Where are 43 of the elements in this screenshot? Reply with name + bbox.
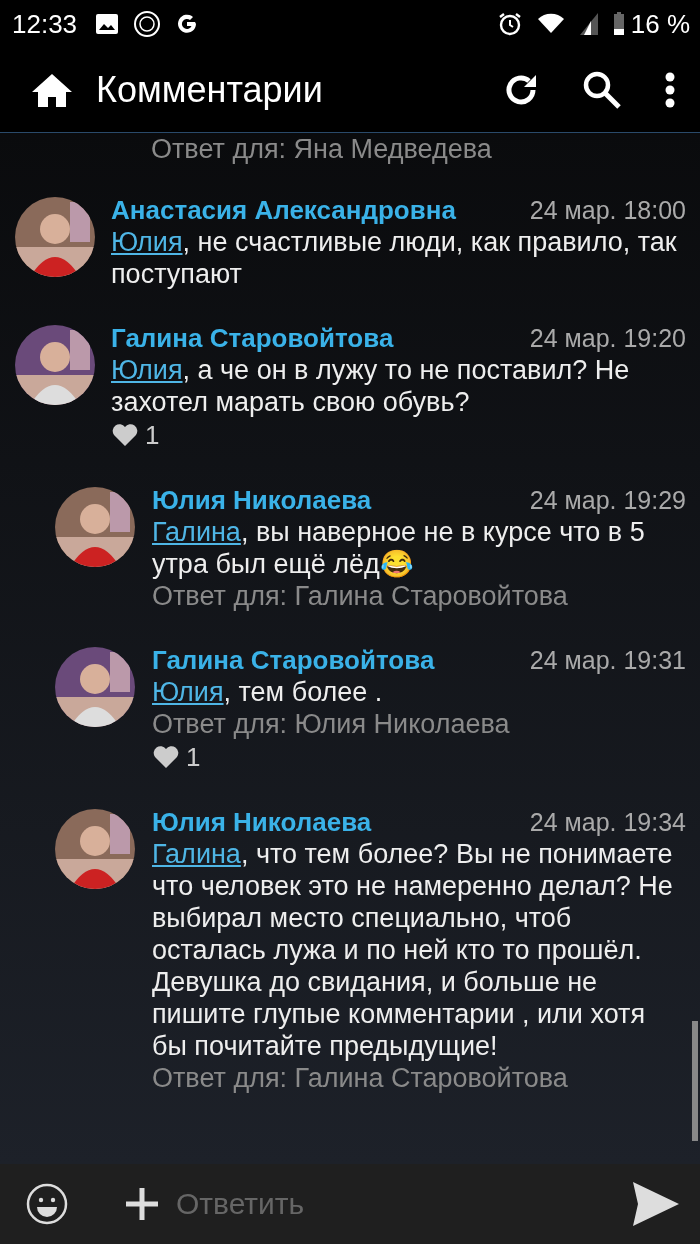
status-time: 12:33 bbox=[12, 8, 78, 40]
mention-link[interactable]: Галина bbox=[152, 839, 241, 869]
circle-logo-icon bbox=[133, 10, 162, 38]
home-icon[interactable] bbox=[30, 72, 74, 108]
mention-link[interactable]: Юлия bbox=[111, 227, 183, 257]
reply-to-label: Ответ для: Яна Медведева bbox=[151, 133, 492, 165]
comment-date: 24 мар. 19:34 bbox=[529, 808, 686, 837]
scrollbar[interactable] bbox=[692, 1021, 698, 1141]
battery-icon bbox=[612, 12, 625, 36]
comment-text: Юлия, тем более . bbox=[152, 676, 384, 708]
reply-to-label: Ответ для: Галина Старовойтова bbox=[152, 1062, 569, 1094]
comment-text: Галина, вы наверное не в курсе что в 5 утра был ещё лёд😂 bbox=[152, 516, 646, 580]
comment-date: 24 мар. 19:31 bbox=[529, 646, 686, 675]
comment-date: 24 мар. 18:00 bbox=[529, 196, 686, 225]
battery-level: 16 % bbox=[630, 8, 690, 40]
comment-text: Юлия, не счастливые люди, как правило, так поступают bbox=[111, 226, 678, 290]
author-name[interactable]: Анастасия Александровна bbox=[111, 195, 456, 226]
heart-icon[interactable] bbox=[111, 423, 139, 447]
author-name[interactable]: Галина Старовойтова bbox=[111, 323, 394, 354]
mention-link[interactable]: Галина bbox=[152, 517, 241, 547]
reply-to-label: Ответ для: Юлия Николаева bbox=[152, 708, 511, 740]
mention-link[interactable]: Юлия bbox=[152, 677, 224, 707]
search-icon[interactable] bbox=[582, 70, 622, 110]
like-count: 1 bbox=[186, 741, 201, 773]
heart-icon[interactable] bbox=[152, 745, 180, 769]
reply-input-field[interactable]: Ответить bbox=[176, 1187, 632, 1221]
reply-to-label: Ответ для: Галина Старовойтова bbox=[152, 580, 569, 612]
author-name[interactable]: Юлия Николаева bbox=[152, 807, 372, 838]
mention-link[interactable]: Юлия bbox=[111, 355, 183, 385]
more-icon[interactable] bbox=[664, 71, 676, 109]
author-name[interactable]: Юлия Николаева bbox=[152, 485, 372, 516]
plus-icon[interactable] bbox=[124, 1186, 160, 1222]
smiley-icon[interactable] bbox=[26, 1183, 68, 1225]
comment-text: Галина, что тем более? Вы не понимаете что человек это не намеренно делал? Не выбирал место специально, чтоб осталась лужа и по ней кто то прошёл. Девушка до свидания, и больше не пишите глупые комментарии , или хотя бы почитайте предыдущие! bbox=[152, 838, 674, 1062]
comment-date: 24 мар. 19:29 bbox=[529, 486, 686, 515]
like-count: 1 bbox=[145, 419, 160, 451]
send-icon[interactable] bbox=[632, 1181, 680, 1227]
signal-icon bbox=[578, 12, 599, 36]
screen-title: Комментарии bbox=[96, 69, 324, 111]
comment-text: Юлия, а че он в лужу то не поставил? Не захотел марать свою обувь? bbox=[111, 354, 631, 418]
comment-date: 24 мар. 19:20 bbox=[529, 324, 686, 353]
author-name[interactable]: Галина Старовойтова bbox=[152, 645, 435, 676]
image-icon bbox=[95, 13, 120, 35]
